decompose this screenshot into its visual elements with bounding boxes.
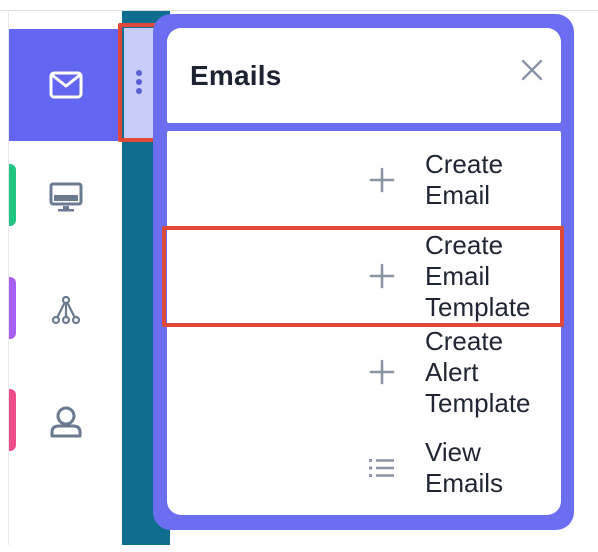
menu-item-view-emails[interactable]: View Emails: [167, 420, 561, 516]
menu-item-create-email[interactable]: Create Email: [167, 132, 561, 228]
app-stage: Emails Create Email Create Email Templat…: [0, 0, 598, 552]
menu-item-label: View Emails: [425, 437, 504, 498]
plus-icon: [367, 357, 397, 387]
sidebar-item-monitor[interactable]: [9, 141, 123, 253]
hierarchy-icon: [51, 295, 81, 325]
menu-item-label: Create Alert Template: [425, 325, 531, 418]
plus-icon: [367, 165, 397, 195]
mail-icon: [49, 71, 83, 99]
menu-item-create-alert-template[interactable]: Create Alert Template: [167, 324, 561, 420]
close-button[interactable]: [512, 52, 552, 92]
user-icon: [49, 405, 83, 439]
popup-title: Emails: [190, 60, 282, 91]
sidebar-item-user[interactable]: [9, 366, 123, 478]
sidebar: [9, 11, 123, 545]
plus-icon: [367, 261, 397, 291]
menu-item-create-email-template[interactable]: Create Email Template: [167, 228, 561, 324]
sidebar-item-emails[interactable]: [9, 29, 123, 141]
kebab-menu-button[interactable]: [124, 28, 154, 140]
list-icon: [367, 453, 397, 483]
monitor-icon: [49, 182, 83, 212]
menu-item-label: Create Email: [425, 149, 504, 210]
kebab-vertical-icon: [135, 69, 143, 100]
sidebar-item-hierarchy[interactable]: [9, 254, 123, 366]
close-icon: [520, 58, 544, 87]
menu-item-label: Create Email Template: [425, 229, 531, 322]
